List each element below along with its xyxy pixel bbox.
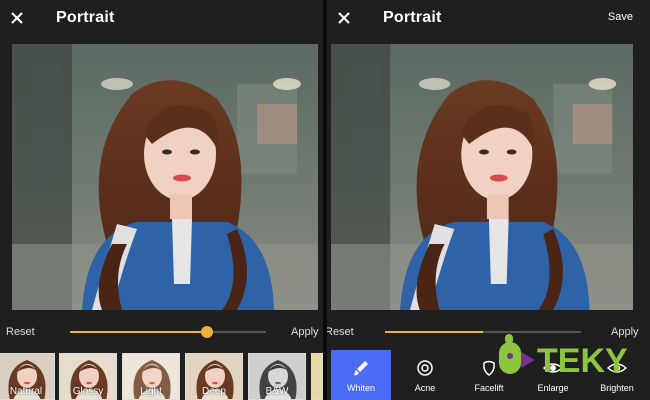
filter-bw[interactable]: B&W: [248, 353, 306, 400]
close-icon: [11, 12, 23, 24]
close-button[interactable]: [329, 0, 359, 36]
page-title: Portrait: [383, 9, 442, 26]
tool-label: Acne: [414, 383, 436, 393]
portrait-photo: [12, 44, 318, 310]
filter-label: B&W: [265, 386, 289, 397]
page-title: Portrait: [56, 9, 115, 26]
slider-fill: [385, 331, 483, 333]
slider-fill: [70, 331, 208, 333]
top-bar: Portrait Save: [327, 0, 650, 36]
top-bar: Portrait: [0, 0, 323, 36]
watermark-text: TEKY: [537, 342, 628, 380]
teky-watermark-logo: TEKY: [495, 330, 650, 392]
target-icon: [417, 360, 433, 376]
filter-next-partial[interactable]: [311, 353, 323, 400]
close-button[interactable]: [2, 0, 32, 36]
filter-label: Glossy: [72, 386, 104, 397]
filter-natural[interactable]: Natural: [0, 353, 55, 400]
portrait-photo: [331, 44, 633, 310]
filter-label: Light: [140, 386, 162, 397]
tool-acne[interactable]: Acne: [395, 350, 455, 400]
filter-label: Deep: [202, 386, 226, 397]
close-icon: [338, 12, 350, 24]
filter-light[interactable]: Light: [122, 353, 180, 400]
intensity-slider[interactable]: [70, 326, 266, 338]
brush-icon: [354, 361, 368, 376]
save-button[interactable]: Save: [608, 11, 633, 23]
slider-thumb[interactable]: [201, 326, 214, 338]
filter-glossy[interactable]: Glossy: [59, 353, 117, 400]
reset-button[interactable]: Reset: [327, 326, 354, 338]
left-editor-panel: Portrait Reset Apply Natural Glossy Ligh…: [0, 0, 323, 400]
reset-button[interactable]: Reset: [6, 326, 35, 338]
tool-whiten[interactable]: Whiten: [331, 350, 391, 400]
filter-strip: Natural Glossy Light Deep B&W: [0, 353, 323, 400]
apply-button[interactable]: Apply: [291, 326, 319, 338]
tool-label: Whiten: [346, 383, 375, 393]
adjust-row: Reset Apply: [0, 322, 323, 342]
filter-label: Natural: [9, 386, 43, 397]
teky-logo-icon: TEKY: [499, 334, 628, 380]
filter-deep[interactable]: Deep: [185, 353, 243, 400]
